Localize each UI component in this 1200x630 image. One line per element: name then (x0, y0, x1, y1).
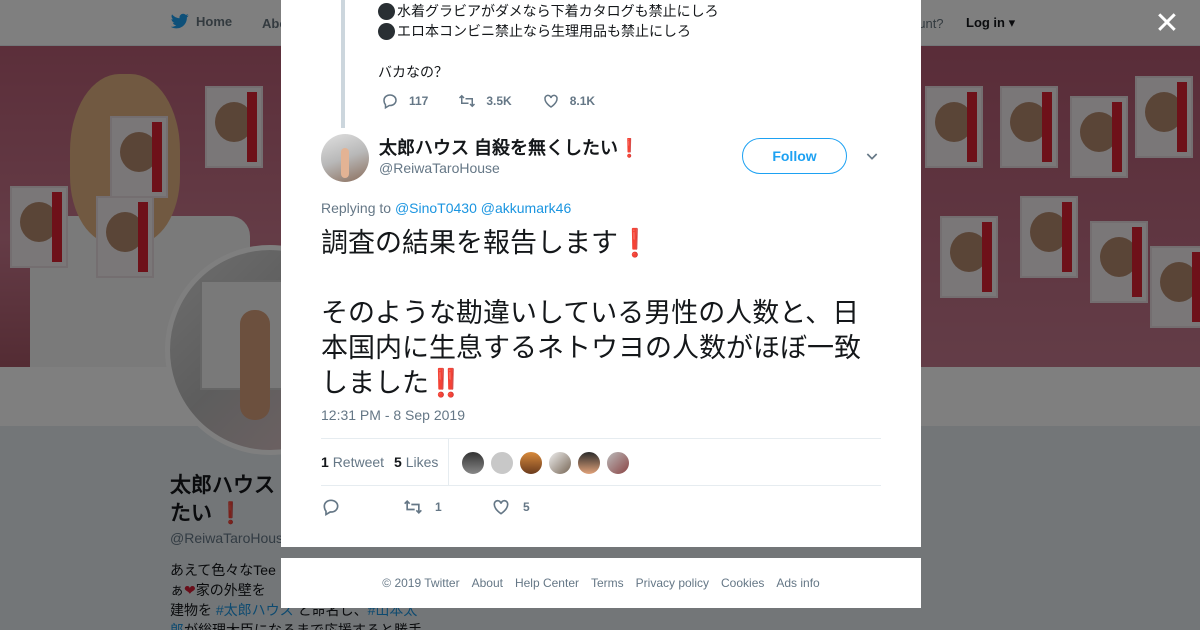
heart-icon (493, 499, 509, 515)
liker-avatar[interactable] (519, 451, 543, 475)
liker-avatar[interactable] (548, 451, 572, 475)
footer: © 2019 Twitter About Help Center Terms P… (281, 558, 921, 608)
author-avatar[interactable] (321, 134, 369, 182)
black-circle-icon (378, 22, 395, 40)
footer-help-link[interactable]: Help Center (515, 576, 579, 590)
exclamation-emoji: ❗ (618, 138, 641, 158)
retweet-icon (459, 94, 476, 108)
tweet-text: 調査の結果を報告します❗ そのような勘違いしている男性の人数と、日本国内に生息す… (321, 228, 861, 398)
tweet-timestamp[interactable]: 12:31 PM - 8 Sep 2019 (321, 407, 465, 423)
like-count-link[interactable]: 5 Likes (394, 454, 438, 470)
retweet-count-link[interactable]: 1 Retweet (321, 454, 384, 470)
footer-ads-link[interactable]: Ads info (776, 576, 819, 590)
previous-tweet-line: エロ本コンビニ禁止なら生理用品も禁止にしろ (378, 21, 691, 41)
thread-connector (341, 0, 345, 128)
mention-link[interactable]: @akkumark46 (481, 200, 571, 216)
tweet-modal: 水着グラビアがダメなら下着カタログも禁止にしろ エロ本コンビニ禁止なら生理用品も… (281, 0, 921, 547)
previous-reply-button[interactable]: 117 (381, 92, 428, 110)
follow-button[interactable]: Follow (742, 138, 847, 174)
reply-icon (383, 94, 397, 110)
liker-avatar[interactable] (461, 451, 485, 475)
footer-cookies-link[interactable]: Cookies (721, 576, 764, 590)
author-name[interactable]: 太郎ハウス 自殺を無くしたい❗ (379, 134, 640, 160)
heart-icon (543, 94, 558, 108)
previous-tweet-actions: 117 3.5K 8.1K (381, 92, 625, 110)
reply-button[interactable] (321, 497, 403, 517)
close-icon[interactable]: ✕ (1152, 9, 1182, 40)
like-button[interactable]: 5 (491, 497, 530, 517)
chevron-down-icon[interactable] (864, 148, 880, 164)
footer-about-link[interactable]: About (472, 576, 503, 590)
retweet-icon (404, 499, 422, 515)
liker-avatar[interactable] (577, 451, 601, 475)
black-circle-icon (378, 2, 395, 20)
tweet-actions: 1 5 (321, 497, 530, 517)
previous-tweet-line: 水着グラビアがダメなら下着カタログも禁止にしろ (378, 1, 719, 21)
replying-to: Replying to @SinoT0430 @akkumark46 (321, 200, 572, 216)
previous-like-button[interactable]: 8.1K (542, 92, 595, 110)
stats-divider (448, 439, 449, 485)
reply-icon (323, 499, 339, 516)
liker-avatar[interactable] (490, 451, 514, 475)
mention-link[interactable]: @SinoT0430 (395, 200, 477, 216)
footer-copyright: © 2019 Twitter (382, 576, 460, 590)
previous-retweet-button[interactable]: 3.5K (458, 92, 512, 110)
footer-privacy-link[interactable]: Privacy policy (636, 576, 709, 590)
footer-terms-link[interactable]: Terms (591, 576, 624, 590)
liker-avatar[interactable] (606, 451, 630, 475)
tweet-stats: 1 Retweet 5 Likes (321, 438, 881, 486)
previous-tweet-line: バカなの？ (378, 64, 448, 80)
retweet-button[interactable]: 1 (403, 497, 491, 517)
author-handle[interactable]: @ReiwaTaroHouse (379, 160, 500, 176)
